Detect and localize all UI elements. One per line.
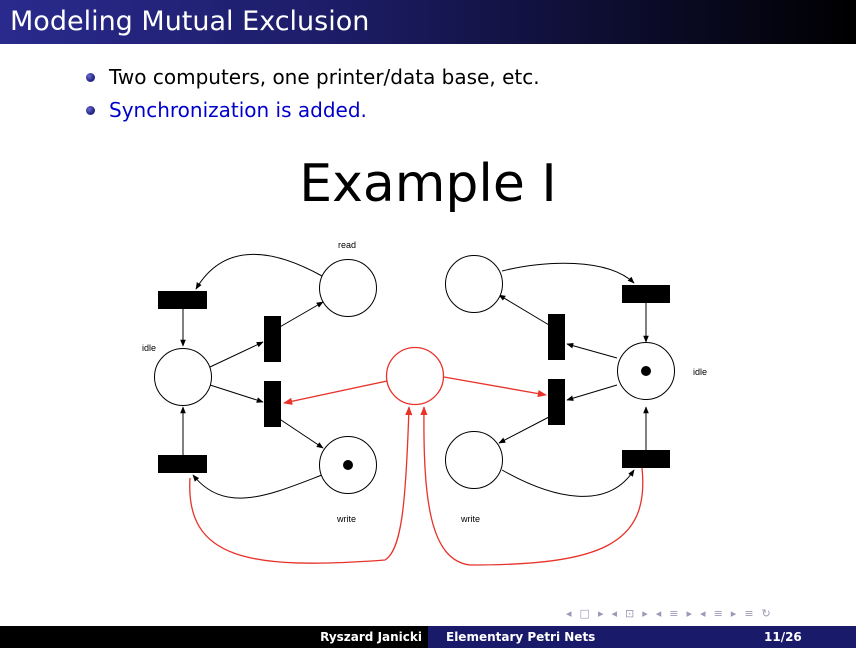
nav-icon[interactable]: ◂ (611, 606, 617, 622)
token (343, 460, 353, 470)
transition (158, 455, 207, 473)
nav-icon[interactable]: ◂ (700, 606, 706, 622)
transition (622, 450, 670, 468)
nav-icon[interactable]: ↻ (762, 606, 771, 622)
nav-icon[interactable]: □ (580, 606, 590, 622)
arc (195, 253, 323, 290)
arc (498, 294, 550, 326)
places (154, 255, 675, 494)
nav-icon[interactable]: ≡ (714, 606, 723, 622)
token (641, 366, 651, 376)
arc (566, 384, 618, 401)
petri-net-diagram: read idle idle write write (142, 240, 707, 566)
nav-icon[interactable]: ▸ (598, 606, 604, 622)
sync-arc (283, 380, 388, 405)
sync-arcs (189, 376, 644, 566)
place-write-right (445, 431, 503, 489)
place-mutex (385, 346, 445, 406)
transition (548, 314, 565, 360)
arc (209, 384, 264, 403)
label-read: read (338, 240, 356, 250)
arc (566, 343, 618, 359)
arc (498, 416, 550, 444)
page-number: 11/26 (764, 630, 802, 644)
place-read-left (319, 259, 377, 317)
nav-icon[interactable]: ▸ (642, 606, 648, 622)
transition (622, 285, 670, 303)
arc (192, 474, 323, 499)
label-idle-left: idle (142, 343, 156, 353)
label-write-right: write (460, 514, 480, 524)
label-write-left: write (336, 514, 356, 524)
nav-icon[interactable]: ⊡ (625, 606, 634, 622)
sync-arc (443, 376, 547, 398)
nav-icon[interactable]: ▸ (687, 606, 693, 622)
arc (277, 417, 324, 449)
transition (548, 379, 565, 425)
place-read-right (445, 255, 503, 313)
transition (158, 291, 207, 309)
footer-bar: Ryszard Janicki Elementary Petri Nets 11… (0, 626, 856, 648)
arc (209, 341, 264, 368)
place-idle-left (154, 348, 212, 406)
transition (264, 316, 281, 362)
arc (501, 469, 635, 497)
label-idle-right: idle (693, 367, 707, 377)
nav-icon[interactable]: ◂ (656, 606, 662, 622)
arc (277, 301, 324, 329)
beamer-navigation: ◂ □ ▸ ◂ ⊡ ▸ ◂ ≡ ▸ ◂ ≡ ▸ ≡ ↻ (566, 606, 771, 622)
nav-icon[interactable]: ≡ (744, 606, 753, 622)
sync-arc (189, 406, 413, 564)
sync-arc (420, 406, 644, 566)
nav-icon[interactable]: ◂ (566, 606, 572, 622)
footer-title: Elementary Petri Nets (446, 630, 596, 644)
arc (501, 262, 635, 284)
transition (264, 381, 281, 427)
nav-icon[interactable]: ≡ (669, 606, 678, 622)
footer-author: Ryszard Janicki (320, 630, 422, 644)
nav-icon[interactable]: ▸ (731, 606, 737, 622)
